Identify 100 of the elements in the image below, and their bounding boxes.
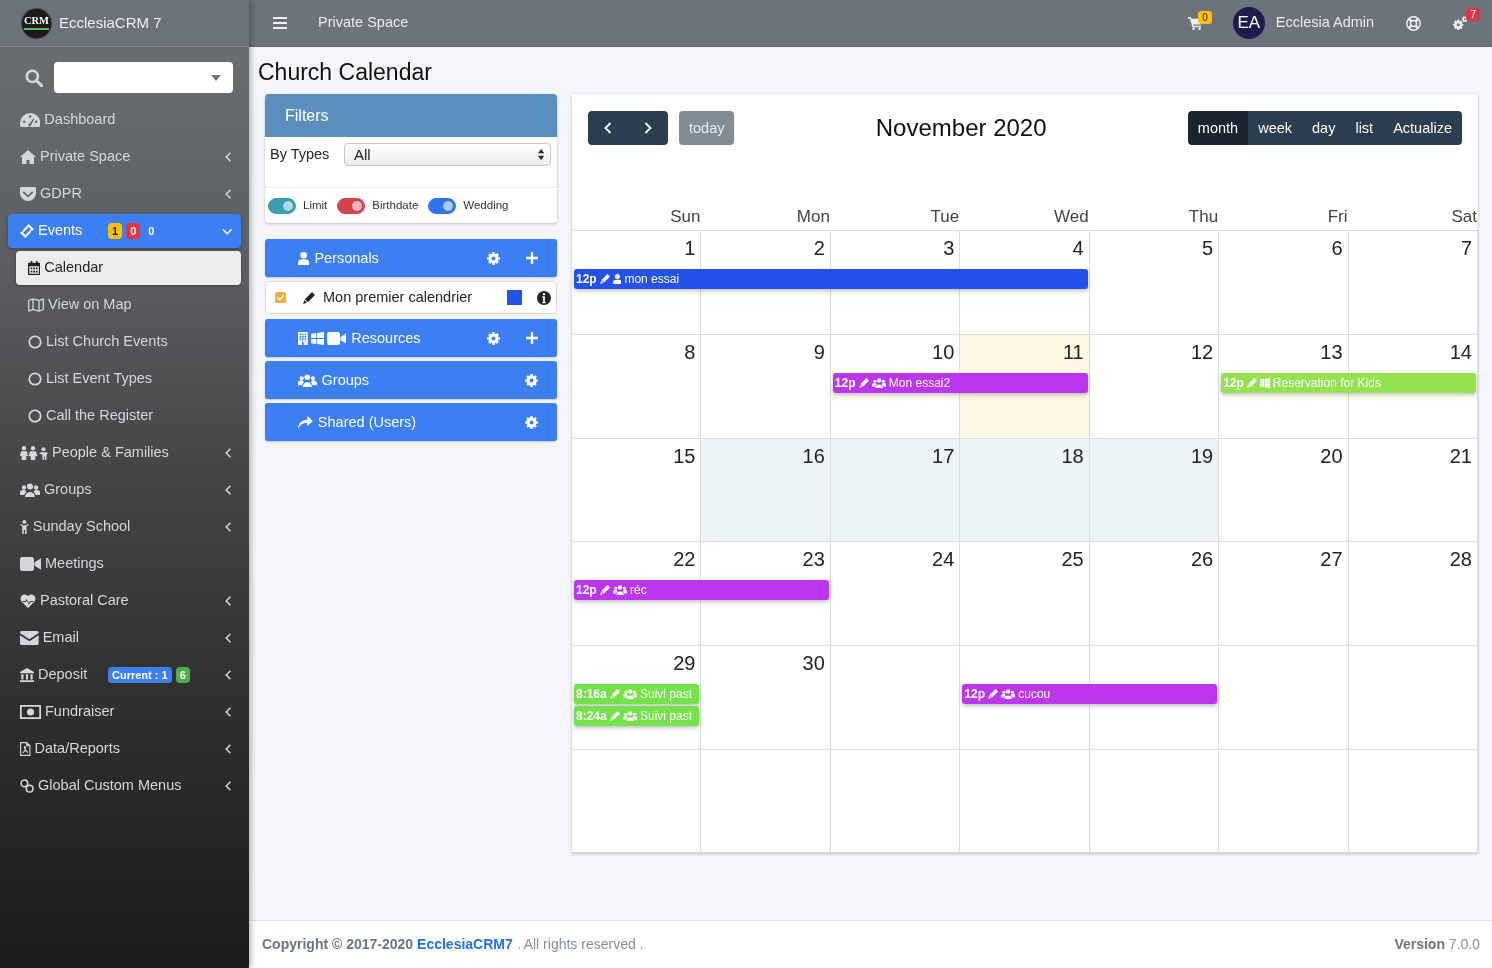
day-number: 10 xyxy=(932,341,955,364)
count-badge: Current : 1 xyxy=(108,666,172,684)
sidebar-item[interactable]: Groups xyxy=(20,479,92,501)
user-name[interactable]: Ecclesia Admin xyxy=(1275,12,1375,34)
shield-icon xyxy=(20,187,36,201)
submenu-item[interactable]: List Church Events xyxy=(28,331,168,353)
toggle-switch[interactable] xyxy=(337,197,366,214)
envelope-icon xyxy=(20,631,39,645)
sidebar-item[interactable]: Fundraiser xyxy=(20,701,115,723)
submenu-item[interactable]: Calendar xyxy=(16,251,241,285)
pencil-icon xyxy=(858,378,869,389)
count-badge: 0 xyxy=(126,222,141,240)
previous-button[interactable] xyxy=(588,111,628,146)
day-number: 2 xyxy=(813,237,825,260)
circle-icon xyxy=(28,409,42,423)
calendar-group-header[interactable]: Personals xyxy=(265,239,557,278)
sidebar-item[interactable]: Meetings xyxy=(20,553,104,575)
copyright-text: Copyright © 2017-2020 EcclesiaCRM7 . All rights reserved . xyxy=(262,935,644,954)
banknote-icon xyxy=(20,705,41,719)
settings-icon[interactable] xyxy=(525,415,538,429)
info-icon[interactable] xyxy=(537,290,551,305)
user-avatar[interactable]: EA xyxy=(1232,7,1265,39)
menu-icon[interactable] xyxy=(273,17,287,29)
lifebuoy-icon[interactable] xyxy=(1406,15,1422,31)
day-number: 24 xyxy=(932,548,955,571)
plus-icon[interactable] xyxy=(526,252,538,265)
submenu-item[interactable]: List Event Types xyxy=(28,368,153,390)
nav-link[interactable]: Private Space xyxy=(318,12,409,34)
calendar-group-header[interactable]: Resources xyxy=(265,319,557,358)
day-number: 27 xyxy=(1320,548,1343,571)
day-number: 25 xyxy=(1061,548,1084,571)
sidebar-item[interactable]: Private Space xyxy=(20,146,131,168)
next-button[interactable] xyxy=(628,111,668,146)
day-number: 15 xyxy=(673,444,696,467)
count-badge: 6 xyxy=(175,666,190,684)
plus-icon[interactable] xyxy=(526,332,538,345)
settings-icon[interactable] xyxy=(487,331,500,345)
weekday-header: Fri xyxy=(1326,206,1349,229)
calendar-event[interactable]: 12p mon essai xyxy=(574,269,1088,290)
sidebar-item[interactable]: GDPR xyxy=(20,183,82,205)
day-number: 18 xyxy=(1061,444,1084,467)
video-camera-icon xyxy=(20,557,41,571)
view-button[interactable]: month xyxy=(1187,111,1249,146)
day-number: 20 xyxy=(1320,444,1343,467)
calendar-event[interactable]: 12p Mon essai2 xyxy=(832,373,1088,394)
type-select[interactable]: All xyxy=(344,143,551,167)
brand-logo: CRM xyxy=(22,8,51,38)
actualize-button[interactable]: Actualize xyxy=(1383,111,1462,146)
count-badge: 7 xyxy=(1466,8,1480,21)
submenu-item[interactable]: Call the Register xyxy=(28,405,154,427)
checkbox[interactable] xyxy=(275,292,286,304)
filter-label: By Types xyxy=(270,145,330,165)
heart-icon xyxy=(20,594,36,608)
pencil-icon xyxy=(599,585,610,596)
gears-icon[interactable] xyxy=(1453,16,1468,30)
search-field[interactable] xyxy=(54,62,233,93)
calendar-event[interactable]: 12p réc xyxy=(574,580,829,601)
sidebar-item[interactable]: Pastoral Care xyxy=(20,590,129,612)
sidebar-item[interactable]: Data/Reports xyxy=(20,738,120,760)
view-button[interactable]: day xyxy=(1302,111,1346,146)
group-title: Groups xyxy=(321,370,370,390)
day-number: 7 xyxy=(1460,237,1472,260)
count-badge: 1 xyxy=(108,222,123,240)
calendar-group-header[interactable]: Groups xyxy=(265,361,557,400)
sidebar-item[interactable]: People & Families xyxy=(20,442,169,464)
toggle-label: Limit xyxy=(303,198,328,214)
group-icon xyxy=(622,689,637,700)
sidebar-item[interactable]: Global Custom Menus xyxy=(20,775,182,797)
view-button[interactable]: list xyxy=(1345,111,1384,146)
toggle-switch[interactable] xyxy=(268,197,296,214)
pencil-icon xyxy=(1246,378,1257,389)
submenu-item[interactable]: View on Map xyxy=(28,294,132,316)
person-icon xyxy=(298,251,310,265)
toggle-switch[interactable] xyxy=(428,197,457,214)
brand-name[interactable]: EcclesiaCRM 7 xyxy=(59,11,162,35)
calendar-group-header[interactable]: Shared (Users) xyxy=(265,403,557,442)
sidebar-item[interactable]: Email xyxy=(20,627,79,649)
day-number: 9 xyxy=(813,341,825,364)
sidebar-item[interactable]: Deposit xyxy=(20,664,102,686)
pencil-icon[interactable] xyxy=(303,291,315,304)
group-title: Resources xyxy=(351,328,421,348)
toggle-label: Birthdate xyxy=(372,198,419,214)
day-number: 14 xyxy=(1449,341,1472,364)
day-number: 5 xyxy=(1202,237,1214,260)
video-camera-icon xyxy=(326,331,347,345)
count-badge: 0 xyxy=(1198,10,1212,24)
view-button[interactable]: week xyxy=(1248,111,1303,146)
circle-icon xyxy=(28,372,42,386)
sidebar-item[interactable]: Events 1 0 0 xyxy=(8,214,241,248)
settings-icon[interactable] xyxy=(525,373,538,387)
calendar-name: Mon premier calendrier xyxy=(323,288,473,308)
footer-link[interactable]: EcclesiaCRM7 xyxy=(417,936,513,952)
sidebar-item[interactable]: Sunday School xyxy=(20,516,131,538)
settings-icon[interactable] xyxy=(487,251,500,265)
version-text: Version 7.0.0 xyxy=(1394,935,1480,954)
sidebar-item[interactable]: Dashboard xyxy=(20,109,116,131)
calendar-event[interactable]: 12p cucou xyxy=(962,684,1218,705)
weekday-header: Sat xyxy=(1450,206,1478,229)
toggle-label: Wedding xyxy=(463,198,509,214)
pencil-icon xyxy=(609,689,620,700)
